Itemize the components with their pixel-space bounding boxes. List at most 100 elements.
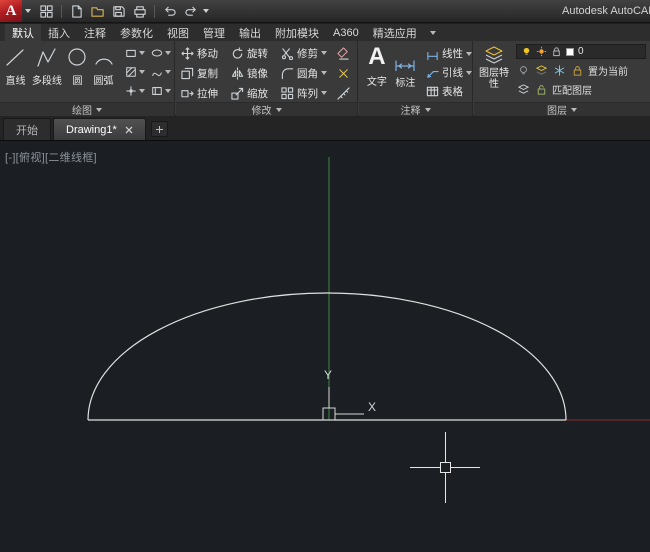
layer-unlock-button[interactable] [534, 82, 549, 97]
ribbon-tab-manage[interactable]: 管理 [196, 24, 232, 41]
file-tab-drawing1[interactable]: Drawing1* [53, 118, 146, 140]
ribbon-tab-home[interactable]: 默认 [5, 24, 41, 41]
app-menu-arrow-icon[interactable] [25, 9, 31, 13]
close-icon[interactable] [125, 126, 133, 134]
layer-properties-button[interactable]: 图层特性 [476, 43, 512, 100]
line-button[interactable]: 直线 [3, 41, 28, 102]
ribbon-tab-output[interactable]: 输出 [232, 24, 268, 41]
ribbon-tab-a360[interactable]: A360 [326, 24, 366, 41]
rectangle-tool-button[interactable] [122, 43, 148, 62]
trim-button-label: 修剪 [297, 47, 318, 60]
move-button[interactable]: 移动 [181, 46, 231, 61]
arc-button[interactable]: 圆弧 [91, 41, 116, 102]
mirror-button[interactable]: 镜像 [231, 66, 281, 81]
file-tab-start[interactable]: 开始 [3, 118, 51, 140]
undo-arrow-icon [164, 6, 176, 16]
layer-off-button[interactable] [516, 63, 531, 78]
arc-button-label: 圆弧 [93, 76, 114, 87]
leader-button[interactable]: 引线 [426, 63, 472, 82]
fillet-button-label: 圆角 [297, 67, 318, 80]
draw-panel-title: 绘图 [72, 106, 92, 117]
ellipse-arc-entity[interactable] [87, 292, 567, 421]
explode-button[interactable] [337, 67, 357, 80]
ribbon-tab-addins[interactable]: 附加模块 [268, 24, 326, 41]
ribbon-tab-options-button[interactable] [424, 24, 442, 41]
circle-button-label: 圆 [72, 76, 83, 87]
polyline-button[interactable]: 多段线 [30, 41, 64, 102]
toolbar-separator [61, 4, 62, 18]
ribbon-tab-annotate[interactable]: 注释 [77, 24, 113, 41]
layers-panel-footer[interactable]: 图层 [474, 102, 650, 117]
dimension-button[interactable]: 标注 [393, 43, 418, 104]
file-tab-bar: 开始 Drawing1* [0, 116, 650, 141]
drawing-geometry: X Y [87, 157, 650, 503]
tab-label: 参数化 [120, 27, 153, 40]
erase-button[interactable] [337, 46, 357, 60]
array-button[interactable]: 阵列 [281, 86, 337, 101]
lock-icon [553, 47, 560, 57]
app-logo-button[interactable]: A [0, 0, 22, 22]
rotate-button[interactable]: 旋转 [231, 46, 281, 61]
chevron-down-icon [321, 71, 327, 75]
ribbon-tab-view[interactable]: 视图 [160, 24, 196, 41]
new-drawing-tab-button[interactable] [150, 121, 168, 137]
layer-freeze-button[interactable] [552, 63, 567, 78]
tab-label: 视图 [167, 27, 189, 40]
undo-button[interactable] [160, 3, 179, 20]
redo-button[interactable] [181, 3, 200, 20]
plot-button[interactable] [130, 3, 149, 20]
layer-select-dropdown[interactable]: 0 [516, 44, 646, 59]
ribbon-tab-featured-apps[interactable]: 精选应用 [366, 24, 424, 41]
annotate-panel-footer[interactable]: 注释 [359, 102, 472, 117]
modify-panel-footer[interactable]: 修改 [176, 102, 357, 117]
scale-button[interactable]: 缩放 [231, 86, 281, 101]
ellipse-tool-button[interactable] [148, 43, 174, 62]
point-tool-button[interactable] [122, 81, 148, 100]
layer-lock-button[interactable] [570, 63, 585, 78]
layer-isolate-button[interactable] [534, 63, 549, 78]
rectangle-icon [126, 49, 136, 57]
layer-walk-button[interactable] [516, 82, 531, 97]
workspace-switcher-button[interactable] [37, 3, 56, 20]
spline-tool-button[interactable] [148, 62, 174, 81]
annotate-panel-body: A 文字 标注 线性 引线 表格 [359, 41, 472, 104]
rotate-icon [232, 46, 243, 59]
chevron-down-icon [466, 70, 472, 75]
draw-panel-footer[interactable]: 绘图 [0, 102, 174, 117]
polyline-button-label: 多段线 [31, 76, 62, 87]
table-button[interactable]: 表格 [426, 82, 472, 101]
open-folder-icon [90, 6, 104, 17]
qat-customize-arrow-icon[interactable] [203, 9, 209, 13]
open-file-button[interactable] [88, 3, 107, 20]
hatch-tool-button[interactable] [122, 62, 148, 81]
panel-expand-icon [96, 107, 102, 112]
tab-label: 附加模块 [275, 27, 319, 40]
match-layer-button[interactable]: 匹配图层 [552, 82, 592, 97]
modify-panel-title: 修改 [251, 106, 272, 117]
region-tool-button[interactable] [148, 81, 174, 100]
new-file-button[interactable] [67, 3, 86, 20]
ribbon-tab-parametric[interactable]: 参数化 [113, 24, 160, 41]
trim-icon [281, 47, 294, 60]
circle-button[interactable]: 圆 [66, 41, 89, 102]
save-button[interactable] [109, 3, 128, 20]
app-logo-letter: A [5, 3, 17, 19]
text-icon: A [368, 43, 386, 70]
make-current-button[interactable]: 置为当前 [588, 63, 628, 78]
printer-icon [133, 5, 146, 18]
text-button[interactable]: A 文字 [366, 43, 388, 104]
tab-label: 管理 [203, 27, 225, 40]
crosshair-cursor [410, 432, 480, 503]
linear-button-label: 线性 [442, 48, 463, 60]
line-icon [6, 49, 25, 66]
ribbon-tab-insert[interactable]: 插入 [41, 24, 77, 41]
modify-extra-button[interactable] [337, 86, 357, 100]
fillet-button[interactable]: 圆角 [281, 66, 337, 81]
copy-button[interactable]: 复制 [181, 66, 231, 81]
linear-dimension-button[interactable]: 线性 [426, 44, 472, 63]
bulb-on-icon [523, 47, 530, 55]
stretch-button[interactable]: 拉伸 [181, 86, 231, 101]
circle-icon [68, 48, 87, 66]
model-space-canvas[interactable]: [-][俯视][二维线框] X Y [0, 141, 650, 552]
trim-button[interactable]: 修剪 [281, 46, 337, 61]
